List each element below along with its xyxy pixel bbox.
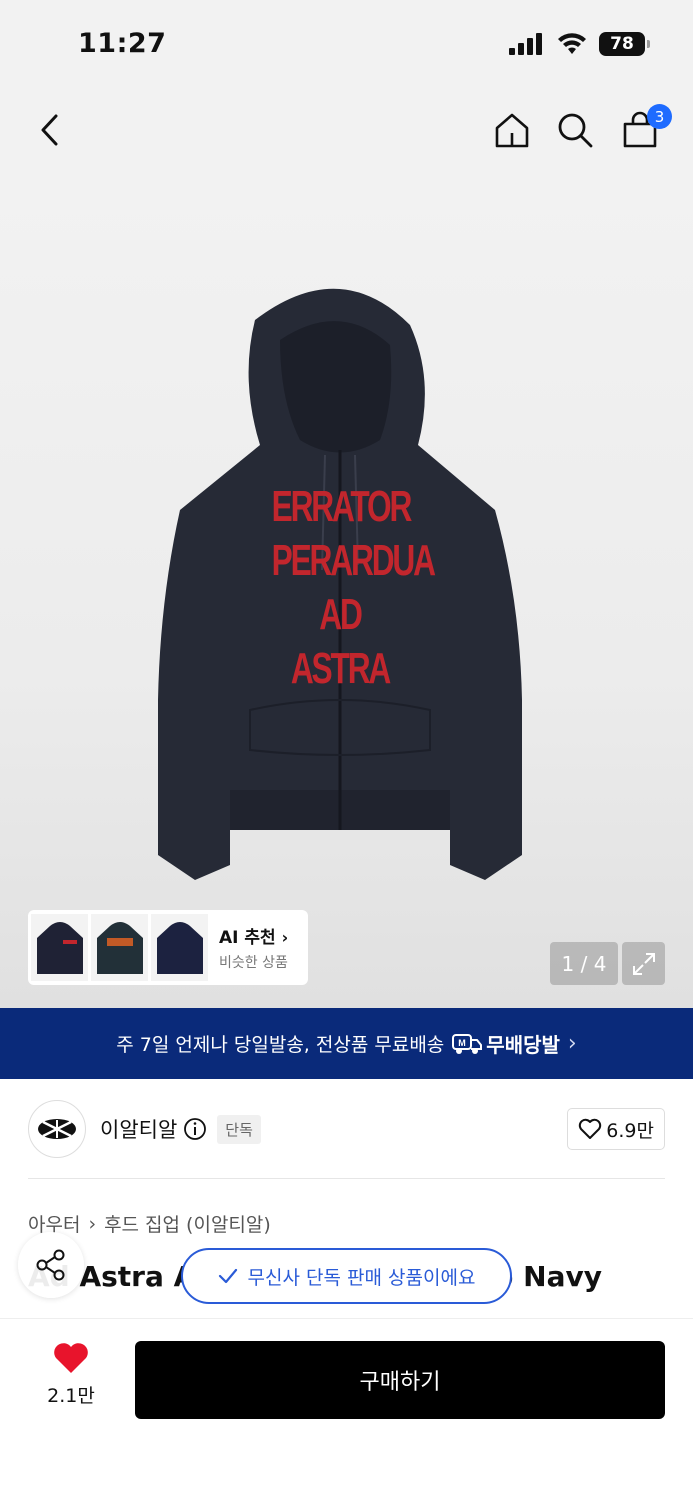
wifi-icon xyxy=(558,33,586,54)
home-button[interactable] xyxy=(490,108,534,152)
ai-recommend-subtitle: 비슷한 상품 xyxy=(219,955,288,971)
brand-name[interactable]: 이알티알 xyxy=(100,1114,177,1144)
hoodie-thumb-icon xyxy=(96,921,143,974)
recommend-thumb-1[interactable] xyxy=(31,914,88,981)
heart-outline-icon xyxy=(579,1118,602,1139)
recommend-thumb-2[interactable] xyxy=(91,914,148,981)
brand-emblem-icon xyxy=(38,1119,76,1139)
brand-like-count: 6.9만 xyxy=(606,1119,654,1142)
chevron-left-icon xyxy=(41,114,58,146)
product-like-button[interactable]: 2.1만 xyxy=(36,1341,106,1408)
back-button[interactable] xyxy=(28,108,72,152)
cart-count-badge: 3 xyxy=(647,104,672,129)
brand-row: 이알티알 단독 6.9만 xyxy=(28,1100,665,1158)
print-line-1: ERRATOR xyxy=(271,482,413,531)
chevron-right-icon: › xyxy=(88,1212,97,1235)
product-like-count: 2.1만 xyxy=(47,1385,95,1407)
buy-button[interactable]: 구매하기 xyxy=(135,1341,665,1419)
ai-recommend-text: AI 추천 › 비슷한 상품 xyxy=(219,923,288,972)
cellular-signal-icon xyxy=(509,33,542,55)
search-icon xyxy=(558,113,593,148)
shipping-promo-banner[interactable]: 주 7일 언제나 당일발송, 전상품 무료배송 M 무배당발 › xyxy=(0,1008,693,1079)
ai-recommend-card[interactable]: AI 추천 › 비슷한 상품 xyxy=(28,910,308,985)
toast-text: 무신사 단독 판매 상품이에요 xyxy=(247,1266,476,1289)
promo-text: 주 7일 언제나 당일발송, 전상품 무료배송 xyxy=(116,1034,445,1056)
brand-like-button[interactable]: 6.9만 xyxy=(567,1108,665,1150)
delivery-truck-icon: M xyxy=(452,1033,483,1054)
svg-text:M: M xyxy=(459,1038,467,1048)
product-image-carousel[interactable]: ERRATOR PERARDUA AD ASTRA AI 추천 › 비슷한 상품… xyxy=(0,170,693,1008)
bottom-action-bar: 2.1만 구매하기 xyxy=(0,1318,693,1500)
image-pager: 1 / 4 xyxy=(550,942,618,985)
heart-filled-icon xyxy=(54,1343,88,1373)
print-line-2: PERARDUA xyxy=(271,536,436,585)
brand-logo[interactable] xyxy=(28,1100,86,1158)
home-icon xyxy=(495,113,529,148)
chevron-right-icon: › xyxy=(281,928,289,947)
share-button[interactable] xyxy=(18,1232,84,1298)
top-nav: 3 xyxy=(0,90,693,170)
print-line-3: AD ASTRA xyxy=(290,590,391,693)
print-text: ERRATOR PERARDUA AD ASTRA xyxy=(271,480,436,696)
fullscreen-button[interactable] xyxy=(622,942,665,985)
badge-label: 무배당발 xyxy=(486,1033,560,1057)
status-bar: 11:27 78 xyxy=(0,0,693,90)
breadcrumb: 아우터 › 후드 집업 (이알티알) xyxy=(28,1210,271,1237)
check-icon xyxy=(218,1268,237,1284)
product-image: ERRATOR PERARDUA AD ASTRA xyxy=(150,280,530,894)
search-button[interactable] xyxy=(553,108,597,152)
hoodie-thumb-icon xyxy=(156,921,203,974)
chevron-right-icon: › xyxy=(567,1031,577,1056)
battery-icon: 78 xyxy=(599,32,650,56)
free-shipping-badge: M 무배당발 xyxy=(452,1029,560,1058)
status-time: 11:27 xyxy=(78,28,167,59)
expand-icon xyxy=(632,952,655,975)
hoodie-thumb-icon xyxy=(36,921,83,974)
ai-recommend-title: AI 추천 xyxy=(219,928,276,948)
cart-button[interactable]: 3 xyxy=(618,104,672,152)
exclusive-toast: 무신사 단독 판매 상품이에요 xyxy=(181,1248,512,1304)
info-icon[interactable] xyxy=(183,1117,207,1141)
exclusive-tag: 단독 xyxy=(217,1114,261,1144)
recommend-thumb-3[interactable] xyxy=(151,914,208,981)
divider xyxy=(28,1178,665,1179)
share-icon xyxy=(36,1249,65,1281)
breadcrumb-subcategory[interactable]: 후드 집업 (이알티알) xyxy=(104,1210,271,1237)
status-icons: 78 xyxy=(509,32,650,56)
